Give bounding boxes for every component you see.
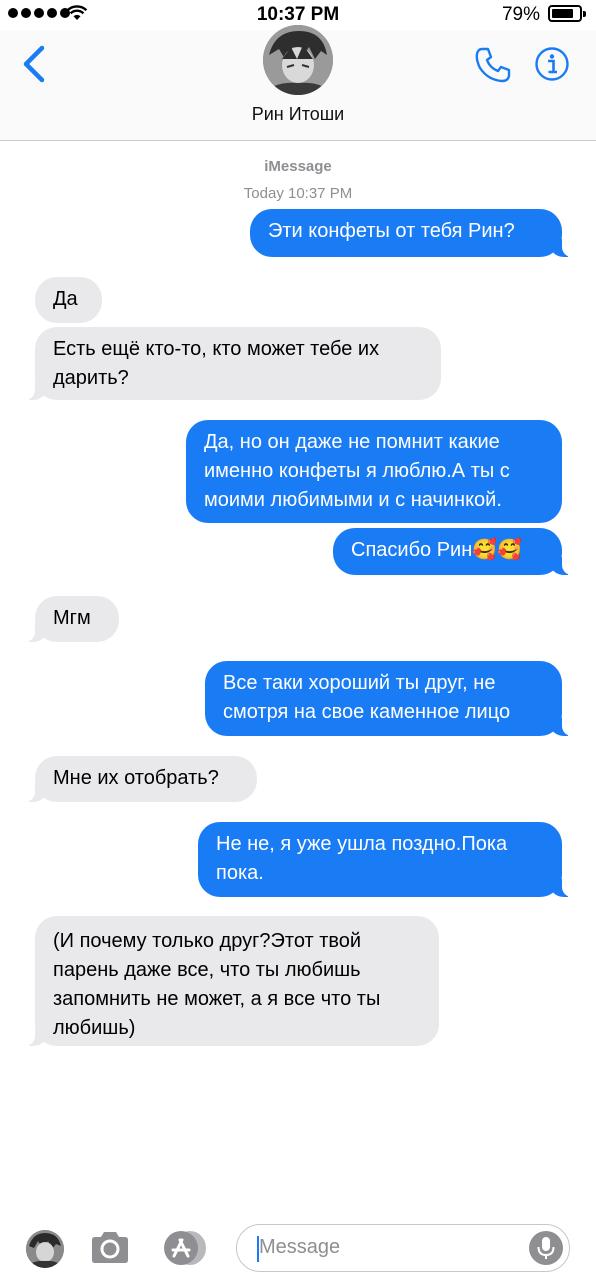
camera-icon[interactable] xyxy=(88,1228,132,1268)
contact-avatar[interactable] xyxy=(263,25,333,95)
received-message-bubble[interactable]: Мгм xyxy=(23,596,119,642)
info-icon[interactable] xyxy=(534,46,570,82)
received-message-bubble[interactable]: Есть ещё кто-то, кто может тебе их дарит… xyxy=(23,327,441,400)
received-message-bubble[interactable]: Мне их отобрать? xyxy=(23,756,257,802)
sent-message-bubble[interactable]: Все таки хороший ты друг, не смотря на с… xyxy=(205,661,574,736)
sent-message-bubble[interactable]: Спасибо Рин🥰🥰 xyxy=(333,528,574,575)
contact-name[interactable]: Рин Итоши xyxy=(0,104,596,125)
received-message-bubble[interactable]: (И почему только друг?Этот твой парень д… xyxy=(23,916,439,1046)
message-input[interactable]: Message xyxy=(236,1224,570,1272)
microphone-icon[interactable] xyxy=(529,1231,563,1265)
conversation-header: Рин Итоши xyxy=(0,25,596,141)
compose-bar: Message xyxy=(0,1214,596,1280)
sent-message-bubble[interactable]: Эти конфеты от тебя Рин? xyxy=(250,209,574,257)
sent-message-bubble[interactable]: Да, но он даже не помнит какие именно ко… xyxy=(186,420,562,523)
phone-icon[interactable] xyxy=(474,46,512,84)
app-store-icon[interactable] xyxy=(160,1228,208,1268)
received-message-bubble[interactable]: Да xyxy=(35,277,102,323)
service-label: iMessage xyxy=(264,158,332,175)
text-caret xyxy=(257,1236,259,1262)
message-input-placeholder: Message xyxy=(259,1236,341,1258)
battery-icon xyxy=(548,5,586,22)
back-chevron-icon[interactable] xyxy=(20,44,50,84)
sent-message-bubble[interactable]: Не не, я уже ушла поздно.Пока пока. xyxy=(198,822,574,897)
memoji-avatar-button[interactable] xyxy=(26,1230,64,1268)
battery-percent: 79% xyxy=(501,4,540,25)
conversation-timestamp: Today 10:37 PM xyxy=(243,185,353,202)
